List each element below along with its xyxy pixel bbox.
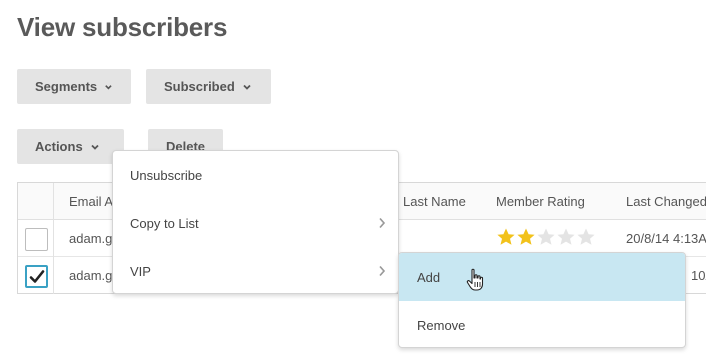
- email-cell: adam.g: [69, 268, 113, 283]
- star-icon: [577, 228, 595, 245]
- actions-label: Actions: [35, 139, 83, 154]
- row-checkbox[interactable]: [25, 265, 48, 288]
- last-changed-cell: 10A: [691, 268, 706, 283]
- hand-cursor-icon: [466, 268, 484, 291]
- actions-menu: Unsubscribe Copy to List VIP: [112, 150, 399, 294]
- submenu-item-add[interactable]: Add: [399, 253, 685, 301]
- vip-submenu: Add Remove: [398, 252, 686, 348]
- menu-item-label: VIP: [130, 264, 151, 279]
- chevron-down-icon: [105, 84, 112, 89]
- chevron-right-icon: [379, 265, 386, 277]
- email-cell: adam.g: [69, 231, 113, 246]
- column-header-last-changed[interactable]: Last Changed: [626, 194, 706, 209]
- menu-item-copy-to-list[interactable]: Copy to List: [113, 199, 398, 247]
- submenu-item-label: Add: [417, 270, 441, 285]
- segments-dropdown-button[interactable]: Segments: [17, 69, 131, 104]
- chevron-down-icon: [243, 84, 251, 90]
- star-icon: [517, 228, 535, 245]
- chevron-down-icon: [91, 144, 99, 150]
- segments-label: Segments: [35, 79, 98, 94]
- checkmark-icon: [29, 270, 45, 283]
- menu-item-label: Unsubscribe: [130, 168, 203, 183]
- last-changed-cell: 20/8/14 4:13A: [626, 231, 706, 246]
- submenu-item-remove[interactable]: Remove: [399, 301, 685, 347]
- subscribed-label: Subscribed: [164, 79, 235, 94]
- chevron-right-icon: [379, 217, 386, 229]
- submenu-item-label: Remove: [417, 318, 466, 333]
- actions-dropdown-button[interactable]: Actions: [17, 129, 124, 164]
- column-header-email[interactable]: Email A: [69, 194, 113, 209]
- menu-item-unsubscribe[interactable]: Unsubscribe: [113, 151, 398, 199]
- member-rating-stars[interactable]: [496, 227, 596, 247]
- row-checkbox[interactable]: [25, 228, 48, 251]
- select-all-column: [18, 183, 54, 220]
- subscribed-dropdown-button[interactable]: Subscribed: [146, 69, 271, 104]
- menu-item-vip[interactable]: VIP: [113, 247, 398, 295]
- star-icon: [497, 228, 515, 245]
- menu-item-label: Copy to List: [130, 216, 199, 231]
- column-header-last-name[interactable]: Last Name: [403, 194, 466, 209]
- star-icon: [557, 228, 575, 245]
- page-title: View subscribers: [17, 12, 228, 42]
- column-header-member-rating[interactable]: Member Rating: [496, 194, 585, 209]
- star-icon: [537, 228, 555, 245]
